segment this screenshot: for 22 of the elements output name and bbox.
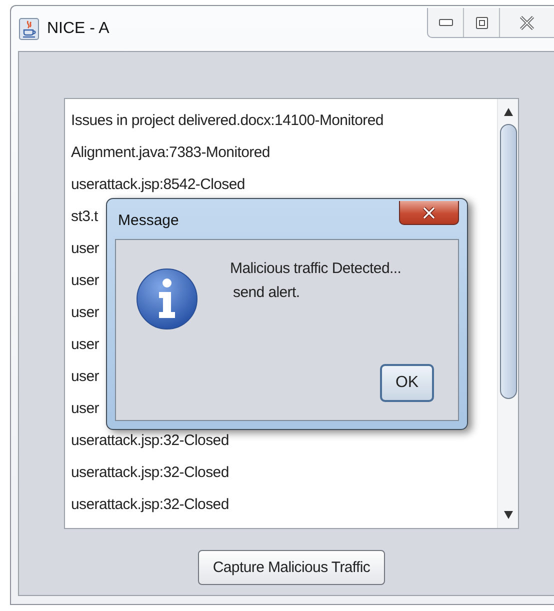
scrollbar[interactable] bbox=[497, 99, 518, 528]
scroll-thumb[interactable] bbox=[500, 124, 516, 399]
info-icon bbox=[136, 268, 198, 330]
list-item[interactable]: Alignment.java:7383-Monitored bbox=[71, 137, 497, 169]
coffee-cup-icon bbox=[19, 18, 39, 40]
scroll-down-icon[interactable] bbox=[504, 511, 512, 519]
message-text: Malicious traffic Detected... bbox=[230, 260, 402, 277]
close-icon bbox=[422, 206, 436, 218]
maximize-icon bbox=[476, 16, 488, 28]
dialog-close-button[interactable] bbox=[399, 201, 459, 225]
list-item[interactable]: userattack.jsp:32-Closed bbox=[71, 457, 497, 489]
minimize-icon bbox=[438, 18, 452, 26]
scroll-up-icon[interactable] bbox=[504, 108, 512, 116]
capture-button[interactable]: Capture Malicious Traffic bbox=[198, 550, 386, 585]
ok-button[interactable]: OK bbox=[380, 364, 434, 402]
message-text: send alert. bbox=[233, 284, 301, 301]
close-icon bbox=[519, 16, 535, 30]
list-item[interactable]: Issues in project delivered.docx:14100-Monitored bbox=[71, 105, 497, 137]
dialog-title: Message bbox=[118, 212, 179, 229]
list-item[interactable]: userattack.jsp:32-Closed bbox=[71, 489, 497, 521]
list-item[interactable]: userattack.jsp:8542-Closed bbox=[71, 169, 497, 201]
window-title: NICE - A bbox=[47, 20, 110, 38]
